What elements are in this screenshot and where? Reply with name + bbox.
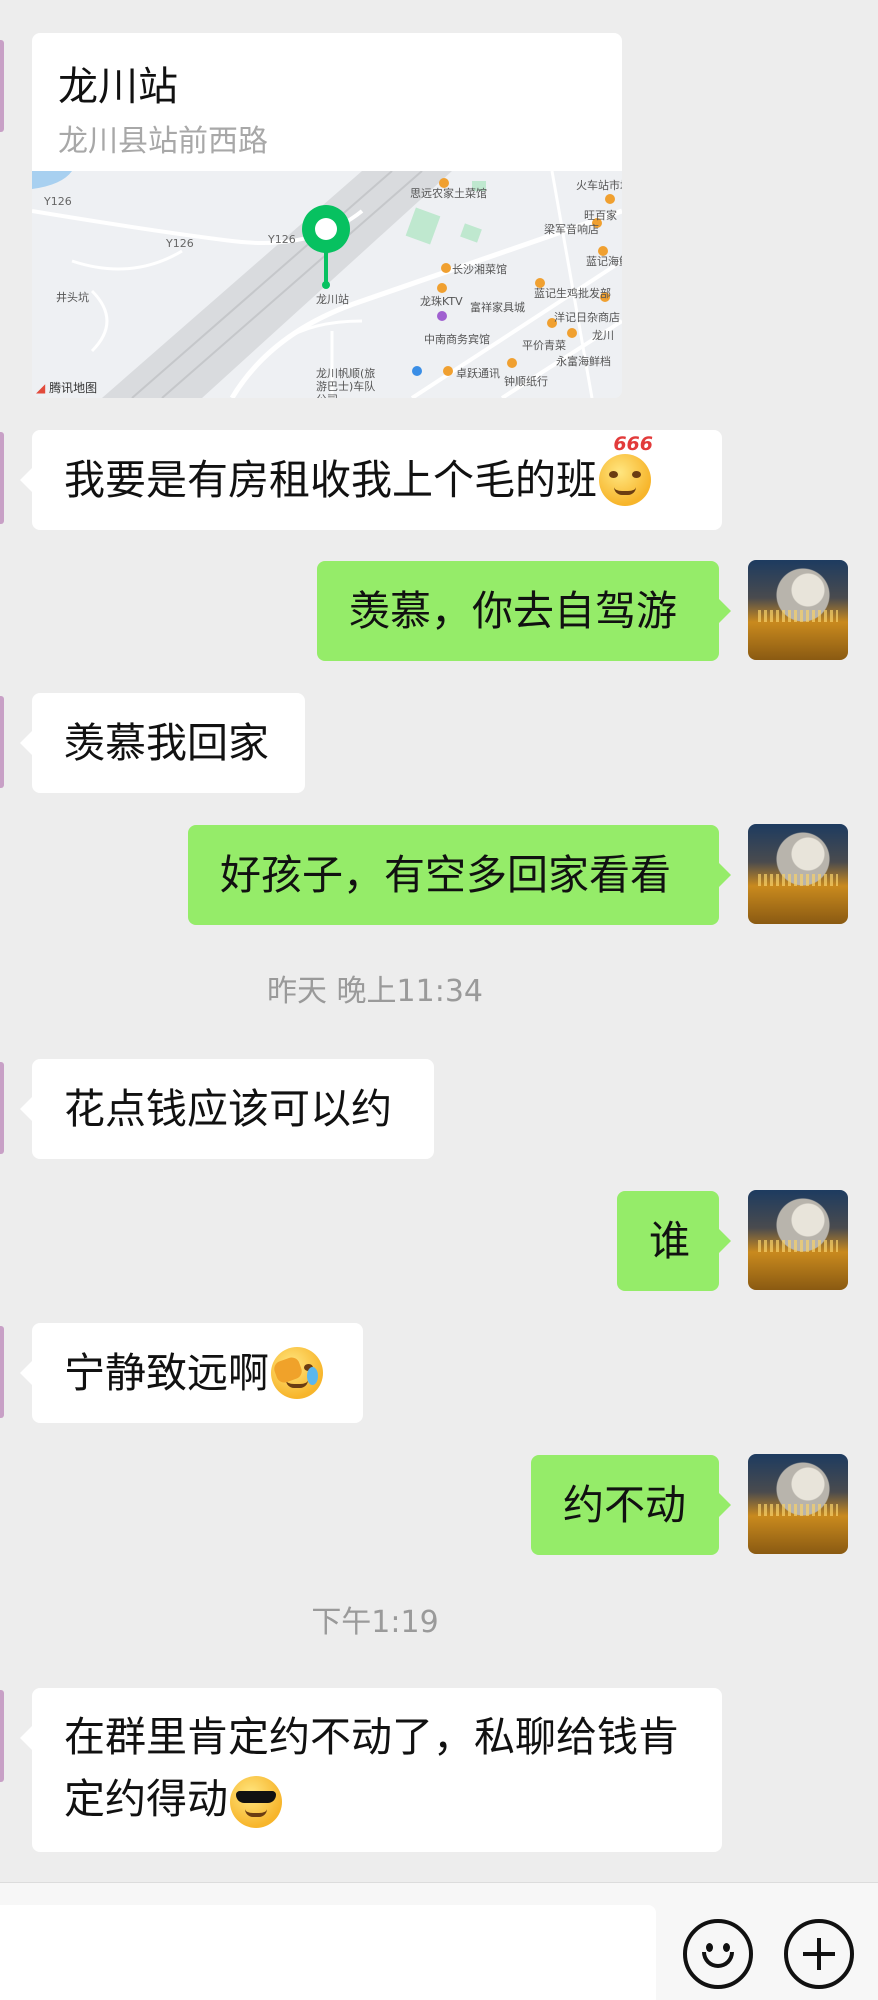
chat-area[interactable]: 龙川站 龙川县站前西路 龙川站 Y126 Y126 Y126 井头坑 思远农家土… — [0, 0, 878, 1882]
map-road-label: Y126 — [268, 233, 296, 246]
location-title: 龙川站 — [58, 64, 178, 110]
map-poi-label: 龙川 — [592, 329, 614, 342]
message-bubble-incoming[interactable]: 花点钱应该可以约 — [20, 1059, 434, 1159]
self-avatar[interactable] — [748, 560, 848, 660]
message-bubble-outgoing[interactable]: 约不动 — [531, 1455, 731, 1555]
self-avatar[interactable] — [748, 1454, 848, 1554]
map-poi-label: 思远农家土菜馆 — [410, 187, 487, 200]
map-graphic — [32, 171, 622, 398]
message-timestamp: 昨天 晚上11:34 — [267, 974, 483, 1009]
map-logo-icon: ◢ — [36, 381, 46, 395]
peer-avatar-edge[interactable] — [0, 1690, 4, 1782]
message-text: 约不动 — [563, 1481, 686, 1529]
message-text-line: 定约得动 — [64, 1768, 690, 1830]
message-bubble-incoming[interactable]: 羡慕我回家 — [20, 693, 305, 793]
message-timestamp: 下午1:19 — [311, 1605, 439, 1640]
location-message-card[interactable]: 龙川站 龙川县站前西路 龙川站 Y126 Y126 Y126 井头坑 思远农家土… — [32, 33, 622, 398]
message-text: 谁 — [649, 1217, 690, 1265]
chat-input-bar — [0, 1882, 878, 2000]
message-text: 花点钱应该可以约 — [64, 1085, 392, 1133]
map-pin-label: 龙川站 — [316, 293, 349, 306]
map-provider-logo: ◢ 腾讯地图 — [36, 379, 97, 396]
message-text-line: 在群里肯定约不动了，私聊给钱肯 — [64, 1713, 679, 1761]
peer-avatar-edge[interactable] — [0, 696, 4, 788]
message-text: 宁静致远啊 — [64, 1349, 269, 1397]
map-provider-label: 腾讯地图 — [49, 381, 98, 395]
self-avatar[interactable] — [748, 824, 848, 924]
map-road-label: Y126 — [166, 237, 194, 250]
message-bubble-incoming[interactable]: 在群里肯定约不动了，私聊给钱肯 定约得动 — [20, 1688, 722, 1852]
sunglasses-emoji-icon — [230, 1776, 282, 1828]
map-poi-label: 旺百家 — [584, 209, 617, 222]
message-bubble-outgoing[interactable]: 羡慕，你去自驾游 — [317, 561, 731, 661]
map-road-label: Y126 — [44, 195, 72, 208]
message-text: 羡慕我回家 — [64, 719, 269, 767]
plus-circle-icon[interactable] — [784, 1919, 854, 1989]
map-poi-label: 卓跃通讯 — [456, 367, 500, 380]
message-bubble-incoming[interactable]: 我要是有房租收我上个毛的班 666 — [20, 430, 722, 530]
smirk-emoji-icon: 666 — [599, 434, 653, 506]
message-bubble-outgoing[interactable]: 好孩子，有空多回家看看 — [188, 825, 731, 925]
map-poi-label: 平价青菜 — [522, 339, 566, 352]
location-map[interactable]: 龙川站 Y126 Y126 Y126 井头坑 思远农家土菜馆 火车站市场 旺百家… — [32, 171, 622, 398]
map-poi-label: 中南商务宾馆 — [424, 333, 490, 346]
facepalm-emoji-icon — [271, 1347, 323, 1399]
message-bubble-incoming[interactable]: 宁静致远啊 — [20, 1323, 363, 1423]
map-poi-label: 蓝记海鲜 — [586, 255, 622, 268]
map-poi-label: 洋记日杂商店 — [554, 311, 620, 324]
message-input[interactable] — [0, 1905, 656, 2000]
self-avatar[interactable] — [748, 1190, 848, 1290]
peer-avatar-edge[interactable] — [0, 432, 4, 524]
map-poi-label: 龙珠KTV — [420, 295, 463, 308]
map-poi-label: 梁军音响店 — [544, 223, 599, 236]
map-poi-label: 永富海鲜档 — [556, 355, 611, 368]
map-poi-label: 火车站市场 — [576, 179, 622, 192]
map-poi-label: 龙川帆顺(旅游巴士)车队公司 — [316, 367, 376, 398]
message-text: 好孩子，有空多回家看看 — [220, 851, 671, 899]
message-text: 我要是有房租收我上个毛的班 — [64, 456, 597, 504]
message-text: 羡慕，你去自驾游 — [349, 587, 677, 635]
map-place-label: 井头坑 — [56, 291, 89, 304]
smile-icon[interactable] — [683, 1919, 753, 1989]
location-address: 龙川县站前西路 — [58, 124, 268, 159]
emoji-badge: 666 — [613, 433, 653, 455]
map-poi-label: 长沙湘菜馆 — [452, 263, 507, 276]
message-bubble-outgoing[interactable]: 谁 — [617, 1191, 731, 1291]
map-poi-label: 钟顺纸行 — [504, 375, 548, 388]
message-text: 定约得动 — [64, 1775, 228, 1823]
map-poi-label: 富祥家具城 — [470, 301, 525, 314]
peer-avatar-edge[interactable] — [0, 1326, 4, 1418]
map-poi-label: 蓝记生鸡批发部 — [534, 287, 611, 300]
peer-avatar-edge[interactable] — [0, 40, 4, 132]
peer-avatar-edge[interactable] — [0, 1062, 4, 1154]
